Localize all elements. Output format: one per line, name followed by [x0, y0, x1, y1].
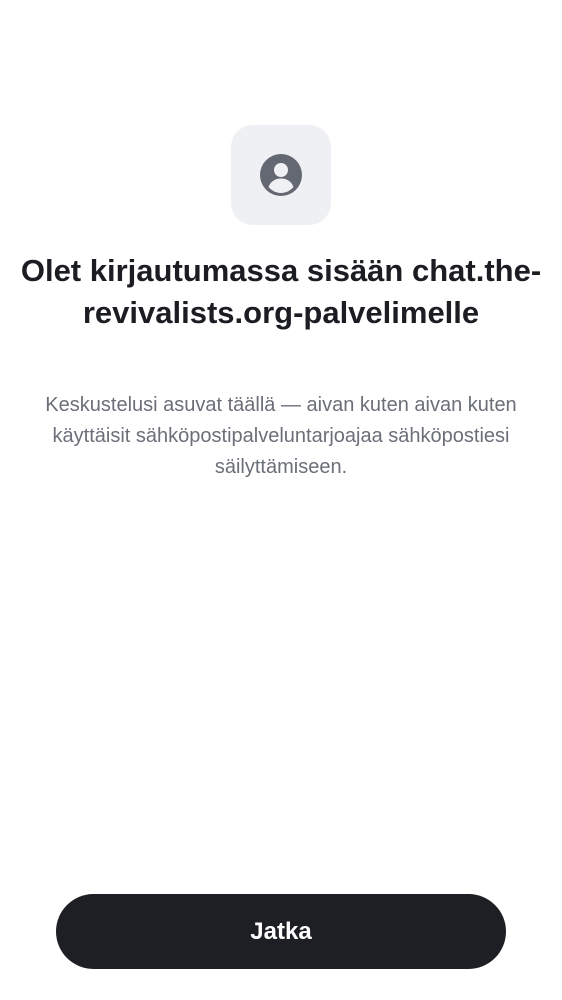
- continue-button[interactable]: Jatka: [56, 894, 506, 969]
- page-title: Olet kirjautumassa sisään chat.the-reviv…: [20, 253, 542, 330]
- user-avatar-icon: [260, 154, 302, 196]
- account-icon-tile: [231, 125, 331, 225]
- page-description: Keskustelusi asuvat täällä — aivan kuten…: [45, 394, 517, 478]
